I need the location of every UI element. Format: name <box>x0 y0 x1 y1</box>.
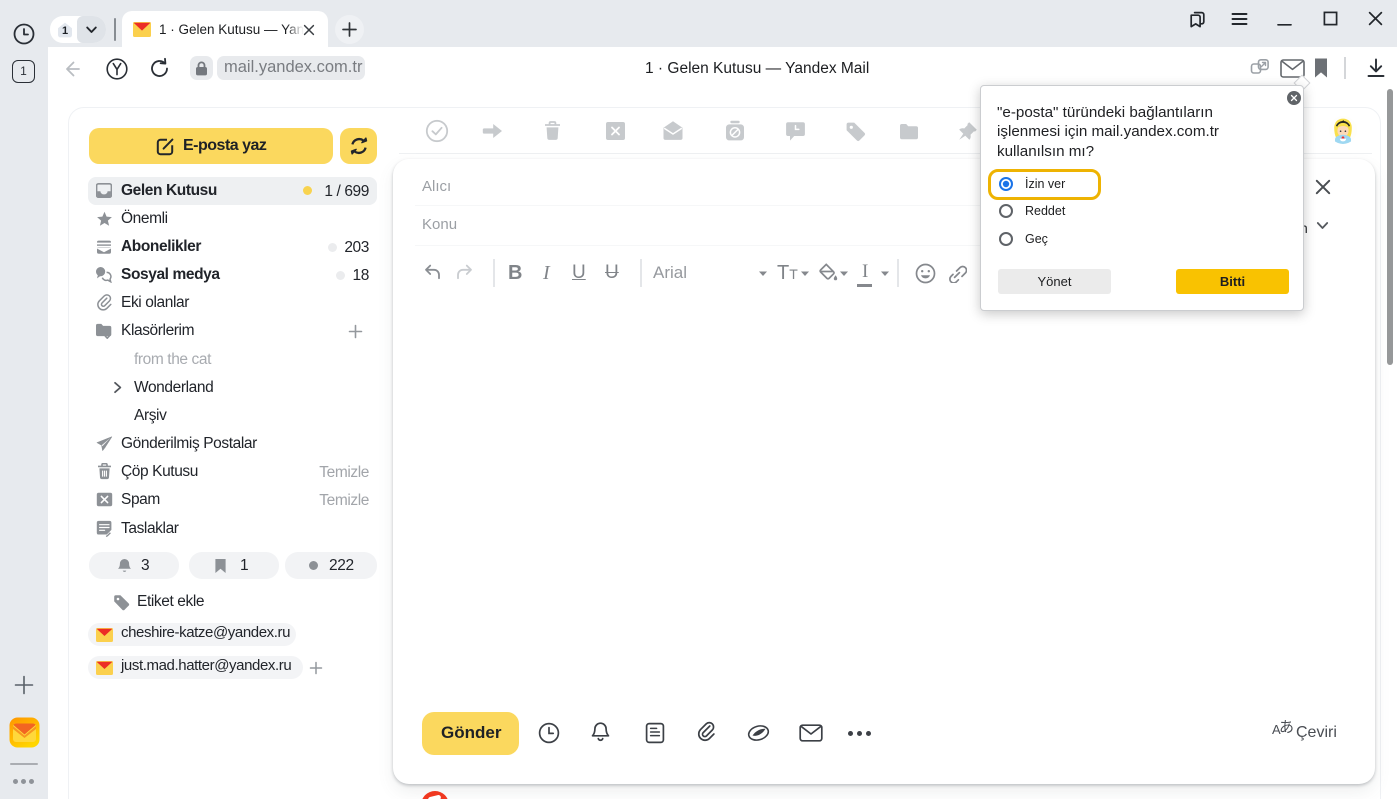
svg-text:1: 1 <box>62 25 68 37</box>
